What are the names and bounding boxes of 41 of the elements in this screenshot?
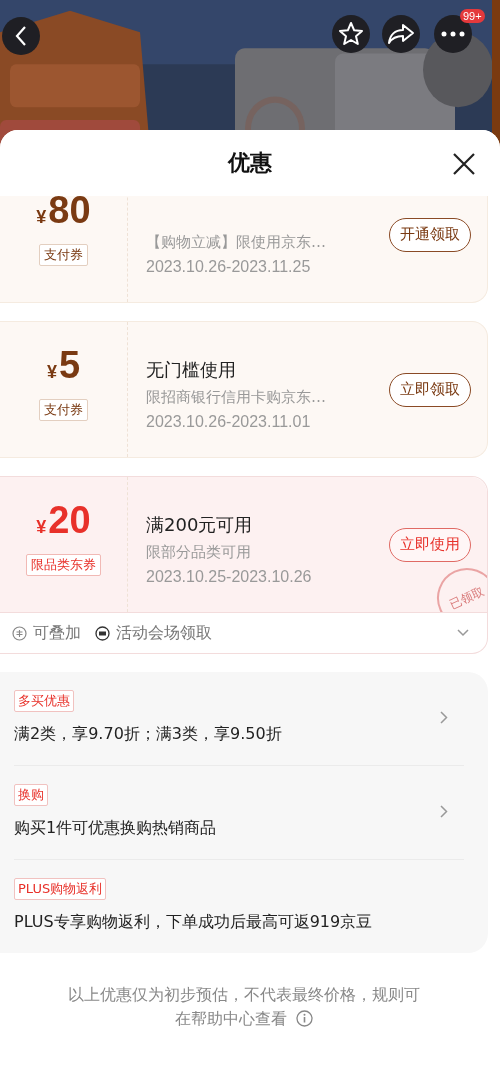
promotion-tag: 多买优惠 — [14, 690, 74, 712]
coupon-feature: 可叠加 — [33, 622, 81, 644]
share-icon — [387, 23, 415, 45]
promotion-text: 购买1件可优惠换购热销商品 — [14, 818, 217, 839]
coupon-type-tag: 支付券 — [39, 399, 88, 421]
chevron-right-icon[interactable] — [440, 711, 448, 724]
promotion-tag: 换购 — [14, 784, 48, 806]
coupon-type-tag: 限品类东券 — [26, 554, 101, 576]
coupon-validity: 2023.10.26-2023.11.25 — [146, 258, 312, 276]
coupon-amount: ¥20 — [36, 499, 91, 543]
notification-badge: 99+ — [460, 9, 485, 23]
chevron-right-icon[interactable] — [440, 805, 448, 818]
chevron-down-icon — [457, 629, 469, 637]
coupon-description: 限招商银行信用卡购京东… — [146, 388, 327, 407]
coupon-type-tag: 支付券 — [39, 244, 88, 266]
promotion-text: 满2类，享9.70折；满3类，享9.50折 — [14, 724, 282, 745]
promotion-tag: PLUS购物返利 — [14, 878, 107, 900]
stack-icon — [12, 625, 27, 641]
sheet-title: 优惠 — [228, 149, 272, 177]
info-icon[interactable] — [296, 1010, 314, 1027]
star-icon — [338, 21, 364, 47]
coupon-action-button[interactable]: 开通领取 — [389, 217, 471, 252]
coupon-title: 满200元可用 — [146, 513, 254, 537]
coupon-amount: ¥5 — [46, 344, 81, 388]
coupon-validity: 2023.10.25-2023.10.26 — [146, 568, 313, 586]
coupon-validity: 2023.10.26-2023.11.01 — [146, 413, 312, 431]
coupon-action-button[interactable]: 立即使用 — [389, 527, 471, 562]
more-icon — [441, 31, 465, 37]
coupon-description: 限部分品类可用 — [146, 543, 252, 562]
disclaimer-text: 以上优惠仅为初步预估，不代表最终价格，规则可在帮助中心查看 — [67, 984, 421, 1030]
promotion-text: PLUS专享购物返利，下单成功后最高可返919京豆 — [14, 912, 373, 933]
expand-button[interactable] — [455, 627, 471, 639]
ticket-icon — [95, 625, 110, 641]
coupon-feature: 活动会场领取 — [116, 622, 212, 644]
close-button[interactable] — [452, 152, 476, 176]
coupon-amount: ¥80 — [36, 196, 91, 233]
coupon-action-button[interactable]: 立即领取 — [389, 372, 471, 407]
coupon-description: 【购物立减】限使用京东… — [146, 233, 327, 252]
close-icon — [452, 152, 476, 176]
back-icon — [14, 25, 28, 47]
coupon-title: 无门槛使用 — [146, 358, 237, 382]
